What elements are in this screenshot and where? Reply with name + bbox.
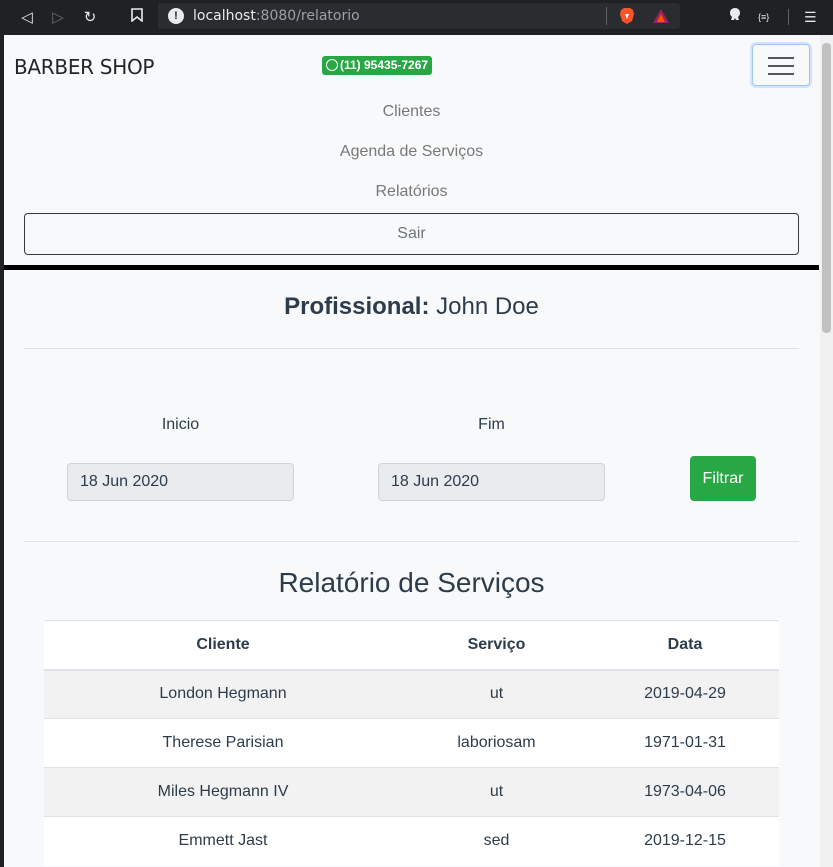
cell-servico: ut [402,767,591,817]
table-row: Emmett Jast sed 2019-12-15 [44,816,779,866]
phone-number: (11) 95435-7267 [340,58,429,72]
cell-data: 1971-01-31 [591,718,779,768]
column-header-data: Data [591,620,779,671]
site-info-icon[interactable]: ! [168,8,184,24]
cell-servico: laboriosam [402,718,591,768]
page-title: Profissional: John Doe [4,293,819,321]
column-header-cliente: Cliente [44,620,402,671]
start-date-label: Inicio [161,416,200,433]
extension-gnome-icon[interactable] [727,6,743,28]
hamburger-line-middle [768,65,794,67]
hamburger-line-bottom [768,73,794,75]
column-header-servico: Serviço [402,620,591,671]
cell-data: 2019-04-29 [591,669,779,719]
navbar-toggler-button[interactable] [752,44,810,86]
cell-data: 1973-04-06 [591,767,779,817]
cell-cliente: London Hegmann [44,669,402,719]
cell-cliente: Emmett Jast [44,816,402,866]
nav-link-clientes[interactable]: Clientes [4,103,819,121]
start-date-input[interactable]: 18 Jun 2020 [67,463,294,501]
page-scrollbar[interactable] [820,35,833,867]
address-separator [606,7,607,25]
whatsapp-phone-badge[interactable]: (11) 95435-7267 [322,56,433,75]
filter-button[interactable]: Filtrar [690,456,756,501]
nav-link-relatorios[interactable]: Relatórios [4,183,819,201]
whatsapp-icon [326,59,338,71]
cell-servico: ut [402,669,591,719]
browser-toolbar: ◁ ▷ ↻ ! localhost:8080/relatorio {≡} ☰ [0,0,833,35]
url-path: :8080/relatorio [255,8,360,24]
report-table: Cliente Serviço Data London Hegmann ut 2… [44,620,779,866]
end-date-label: Fim [478,416,505,433]
table-row: Miles Hegmann IV ut 1973-04-06 [44,767,779,817]
report-title: Relatório de Serviços [278,567,545,598]
section-divider [24,541,799,542]
professional-name: John Doe [436,293,539,320]
reload-icon[interactable]: ↻ [79,6,101,28]
hamburger-line-top [768,57,794,59]
table-row: Therese Parisian laboriosam 1971-01-31 [44,718,779,768]
cell-cliente: Miles Hegmann IV [44,767,402,817]
extension-json-icon[interactable]: {≡} [758,6,769,28]
address-url[interactable]: localhost:8080/relatorio [193,8,360,24]
back-icon[interactable]: ◁ [16,6,38,28]
bookmark-icon[interactable] [126,6,148,28]
professional-label: Profissional: [284,293,430,320]
address-bar[interactable]: ! localhost:8080/relatorio [158,3,680,29]
page-viewport: BARBER SHOP (11) 95435-7267 Clientes Age… [0,35,820,867]
table-row: London Hegmann ut 2019-04-29 [44,669,779,719]
brave-shields-icon[interactable] [618,7,636,25]
end-date-input[interactable]: 18 Jun 2020 [378,463,605,501]
logout-button[interactable]: Sair [24,213,799,255]
section-divider [24,348,799,349]
scrollbar-thumb[interactable] [822,43,831,333]
navbar-divider [4,265,819,270]
url-host: localhost [193,8,256,24]
cell-servico: sed [402,816,591,866]
forward-icon[interactable]: ▷ [47,6,69,28]
nav-link-agenda[interactable]: Agenda de Serviços [4,143,819,161]
browser-menu-icon[interactable]: ☰ [804,6,817,28]
navbar-brand[interactable]: BARBER SHOP [14,55,154,79]
toolbar-separator [788,9,789,25]
table-header-row: Cliente Serviço Data [44,620,779,671]
brave-rewards-icon[interactable] [652,8,670,24]
cell-cliente: Therese Parisian [44,718,402,768]
cell-data: 2019-12-15 [591,816,779,866]
